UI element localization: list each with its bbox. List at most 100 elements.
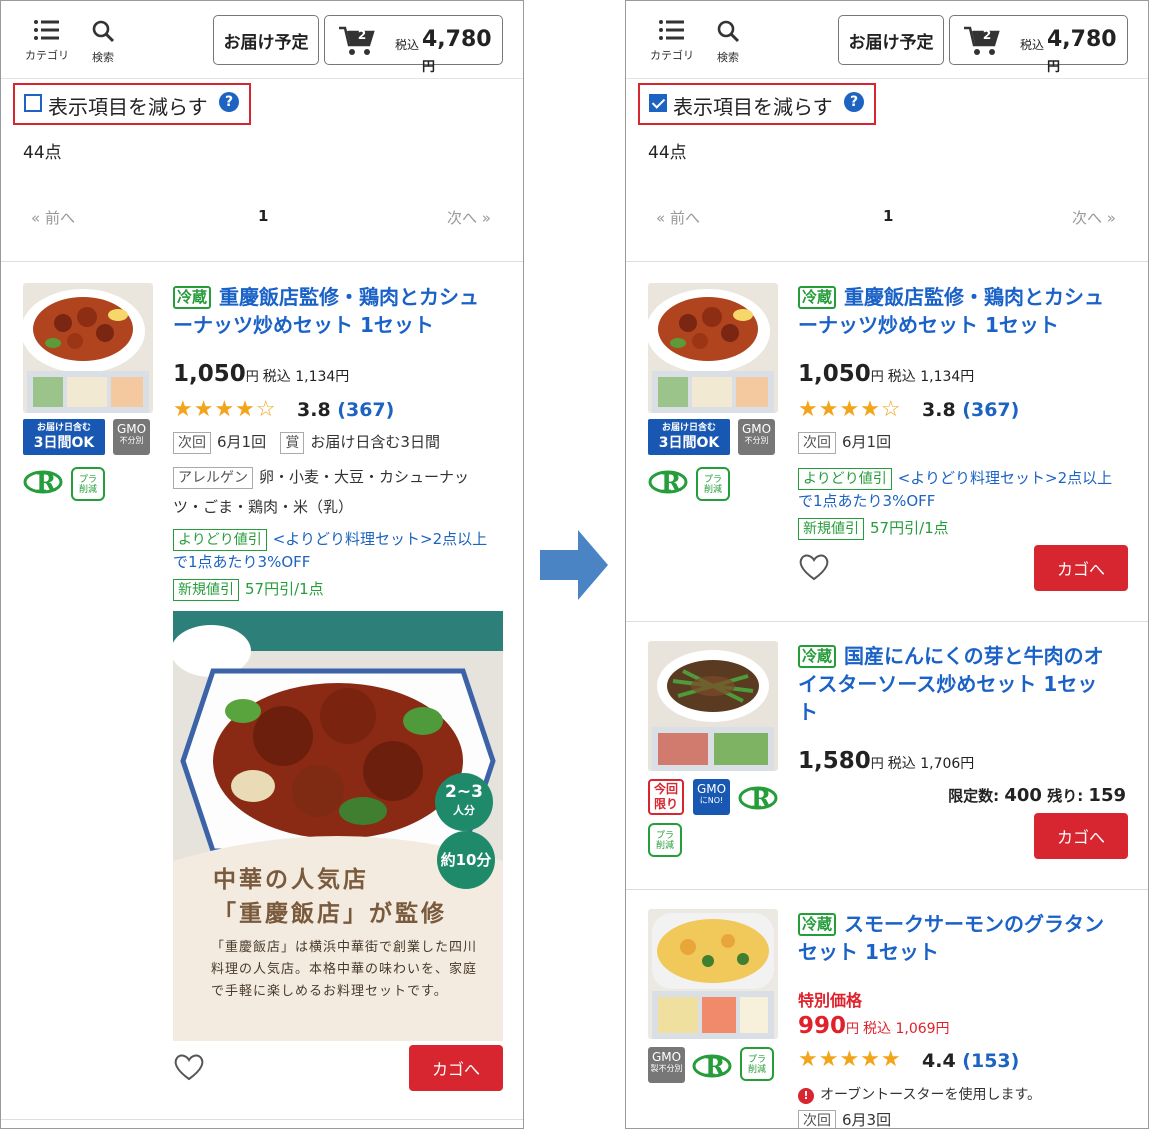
chilled-badge: 冷蔵 xyxy=(798,286,837,309)
menu-list-icon xyxy=(34,20,59,40)
cart-total: 4,780円 xyxy=(1047,27,1117,75)
search-label: 検索 xyxy=(717,51,739,64)
divider xyxy=(1,1119,523,1120)
pager-next[interactable]: 次へ » xyxy=(1072,207,1116,228)
limited-quantity: 限定数: 400 残り: 159 xyxy=(948,785,1126,806)
chilled-badge: 冷蔵 xyxy=(798,913,837,936)
special-price-label: 特別価格 xyxy=(798,991,863,1010)
product-title[interactable]: 冷蔵 重慶飯店監修・鶏肉とカシュ ーナッツ炒めセット 1セット xyxy=(173,283,503,339)
r-mark-icon: R xyxy=(23,468,63,497)
svg-text:R: R xyxy=(705,1052,726,1081)
category-label: カテゴリ xyxy=(25,49,69,62)
delivery-schedule-button[interactable]: お届け予定 xyxy=(213,15,319,65)
gmo-badge: GMO 不分別 xyxy=(113,419,150,455)
plastic-reduction-badge: プラ 削減 xyxy=(71,467,105,501)
alert-icon: ! xyxy=(798,1088,814,1104)
add-to-cart-button[interactable]: カゴへ xyxy=(409,1045,503,1091)
product-image[interactable] xyxy=(648,641,778,771)
pager-prev[interactable]: « 前へ xyxy=(31,207,75,228)
category-button[interactable]: カテゴリ xyxy=(21,19,73,63)
new-discount: 新規値引 57円引/1点 xyxy=(798,517,1128,540)
product-price: 990円 税込 1,069円 xyxy=(798,1013,950,1039)
cart-total: 4,780円 xyxy=(422,27,492,75)
search-icon xyxy=(717,20,740,43)
cart-button[interactable]: 2 税込 4,780円 xyxy=(949,15,1128,75)
product-price: 1,050円 税込 1,134円 xyxy=(798,361,975,387)
pager-next[interactable]: 次へ » xyxy=(447,207,491,228)
banner-title: 中華の人気店 「重慶飯店」が監修 xyxy=(213,867,447,927)
pager-current: 1 xyxy=(258,207,269,225)
chilled-badge: 冷蔵 xyxy=(798,645,837,668)
divider xyxy=(626,261,1148,262)
compact-label: 表示項目を減らす xyxy=(48,95,208,119)
help-icon[interactable]: ? xyxy=(844,92,864,112)
product-price: 1,050円 税込 1,134円 xyxy=(173,361,350,387)
add-to-cart-button[interactable]: カゴへ xyxy=(1034,545,1128,591)
plastic-reduction-badge: プラ 削減 xyxy=(648,823,682,857)
r-mark-icon: R xyxy=(692,1052,732,1081)
chilled-badge: 冷蔵 xyxy=(173,286,212,309)
delivery-info-row: 次回 6月1回 xyxy=(798,431,1128,454)
delivery-info-row: 次回 6月3回 xyxy=(798,1109,1128,1128)
search-label: 検索 xyxy=(92,51,114,64)
product-image[interactable] xyxy=(23,283,153,413)
cart-count: 2 xyxy=(982,28,992,42)
product-banner-image[interactable]: 2~3 人分 約10分 中華の人気店 「重慶飯店」が監修 「重慶飯店」は横浜中華街で… xyxy=(173,611,503,1041)
item-count: 44点 xyxy=(23,143,62,163)
oven-notice: ! オーブントースターを使用します。 xyxy=(798,1084,1041,1104)
cart-count: 2 xyxy=(357,28,367,42)
compact-view-toggle[interactable]: 表示項目を減らす ? xyxy=(638,83,876,125)
gmo-no-badge: GMO にNO! xyxy=(693,779,730,815)
header: カテゴリ 検索 お届け予定 2 税込 4,780円 xyxy=(626,1,1148,79)
rating-stars: ★★★★☆ xyxy=(173,397,277,422)
favorite-heart-icon[interactable] xyxy=(173,1053,205,1081)
screen-before: カテゴリ 検索 お届け予定 2 税込 4,780円 表示項目を減らす ? 44点… xyxy=(0,0,524,1129)
product-image[interactable] xyxy=(648,283,778,413)
product-title[interactable]: 冷蔵 重慶飯店監修・鶏肉とカシュ ーナッツ炒めセット 1セット xyxy=(798,283,1128,339)
plastic-reduction-badge: プラ 削減 xyxy=(696,467,730,501)
divider xyxy=(626,621,1148,622)
pager-current: 1 xyxy=(883,207,894,225)
compact-checkbox-checked[interactable] xyxy=(649,94,667,112)
cart-button[interactable]: 2 税込 4,780円 xyxy=(324,15,503,75)
new-discount: 新規値引 57円引/1点 xyxy=(173,578,503,601)
item-count: 44点 xyxy=(648,143,687,163)
delivery-info-row: 次回 6月1回 賞お届け日含む3日間 xyxy=(173,431,503,454)
add-to-cart-button[interactable]: カゴへ xyxy=(1034,813,1128,859)
rating-stars: ★★★★★ xyxy=(798,1047,902,1072)
screen-after: カテゴリ 検索 お届け予定 2 税込 4,780円 表示項目を減らす ? 44点… xyxy=(625,0,1149,1129)
r-mark-icon: R xyxy=(648,468,688,497)
serving-size-badge: 2~3 人分 xyxy=(435,773,493,831)
svg-text:R: R xyxy=(661,468,682,497)
rating-stars: ★★★★☆ xyxy=(798,397,902,422)
compact-label: 表示項目を減らす xyxy=(673,95,833,119)
yoridori-discount[interactable]: よりどり値引 <よりどり料理セット>2点以上 で1点あたり3%OFF xyxy=(173,528,503,573)
favorite-heart-icon[interactable] xyxy=(798,553,830,581)
yoridori-discount[interactable]: よりどり値引 <よりどり料理セット>2点以上 で1点あたり3%OFF xyxy=(798,467,1128,512)
delivery-schedule-button[interactable]: お届け予定 xyxy=(838,15,944,65)
cart-tax-label: 税込 xyxy=(1020,38,1045,52)
rating-value[interactable]: 3.8 (367) xyxy=(922,399,1019,421)
svg-text:R: R xyxy=(751,784,772,813)
search-button[interactable]: 検索 xyxy=(702,19,754,65)
gmo-badge: GMO 不分別 xyxy=(738,419,775,455)
divider xyxy=(626,889,1148,890)
rating-value[interactable]: 3.8 (367) xyxy=(297,399,394,421)
category-button[interactable]: カテゴリ xyxy=(646,19,698,63)
product-title[interactable]: 冷蔵 国産にんにくの芽と牛肉のオ イスターソース炒めセット 1セット xyxy=(798,642,1128,726)
product-image[interactable] xyxy=(648,909,778,1039)
svg-text:R: R xyxy=(36,468,57,497)
header: カテゴリ 検索 お届け予定 2 税込 4,780円 xyxy=(1,1,523,79)
compact-checkbox-unchecked[interactable] xyxy=(24,94,42,112)
search-button[interactable]: 検索 xyxy=(77,19,129,65)
product-price: 1,580円 税込 1,706円 xyxy=(798,748,975,774)
product-title[interactable]: 冷蔵 スモークサーモンのグラタン セット 1セット xyxy=(798,910,1128,966)
help-icon[interactable]: ? xyxy=(219,92,239,112)
search-icon xyxy=(92,20,115,43)
pager-prev[interactable]: « 前へ xyxy=(656,207,700,228)
rating-value[interactable]: 4.4 (153) xyxy=(922,1050,1019,1072)
menu-list-icon xyxy=(659,20,684,40)
compact-view-toggle[interactable]: 表示項目を減らす ? xyxy=(13,83,251,125)
category-label: カテゴリ xyxy=(650,49,694,62)
cart-tax-label: 税込 xyxy=(395,38,420,52)
